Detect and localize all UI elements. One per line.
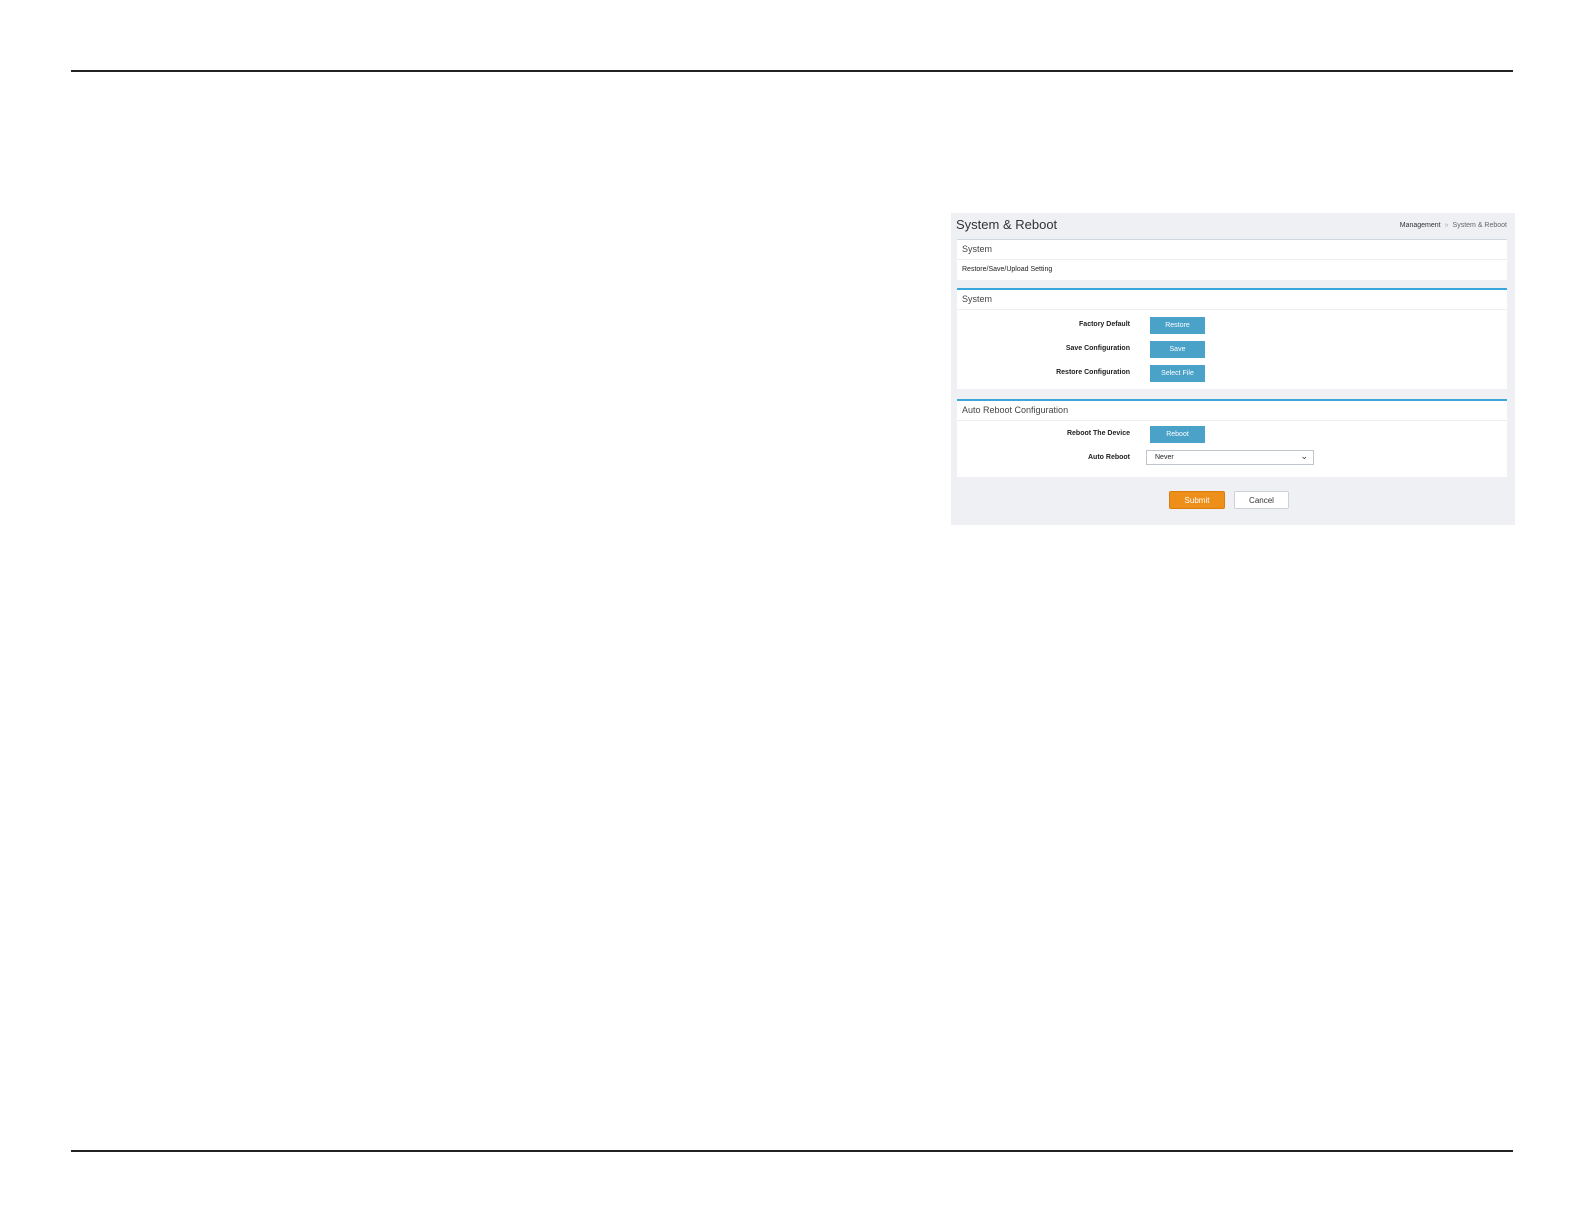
chevron-down-icon: ⌄ <box>1300 451 1308 461</box>
auto-reboot-label: Auto Reboot <box>1088 454 1130 461</box>
submit-button[interactable]: Submit <box>1169 491 1225 509</box>
save-button[interactable]: Save <box>1150 341 1205 358</box>
bottom-rule <box>71 1150 1513 1152</box>
info-card-text: Restore/Save/Upload Setting <box>962 266 1053 273</box>
reboot-button[interactable]: Reboot <box>1150 426 1205 443</box>
auto-reboot-select[interactable]: Never ⌄ <box>1146 450 1314 465</box>
top-rule <box>71 70 1513 72</box>
auto-reboot-row: Auto Reboot Never ⌄ <box>957 447 1507 471</box>
restore-configuration-label: Restore Configuration <box>1056 369 1130 376</box>
select-file-button[interactable]: Select File <box>1150 365 1205 382</box>
auto-reboot-card: Auto Reboot Configuration Reboot The Dev… <box>957 399 1507 477</box>
save-configuration-label: Save Configuration <box>1065 345 1130 352</box>
page-title: System & Reboot <box>956 217 1058 232</box>
system-card: System Factory Default Restore Save Conf… <box>957 288 1507 389</box>
breadcrumb: Management» System & Reboot <box>1400 222 1507 229</box>
reboot-device-row: Reboot The Device Reboot <box>957 423 1507 447</box>
info-card-heading: System <box>957 240 1507 260</box>
breadcrumb-parent[interactable]: Management <box>1400 222 1441 229</box>
save-configuration-row: Save Configuration Save <box>957 338 1507 362</box>
factory-default-label: Factory Default <box>1079 321 1130 328</box>
factory-default-row: Factory Default Restore <box>957 314 1507 338</box>
reboot-device-label: Reboot The Device <box>1066 430 1130 437</box>
auto-reboot-card-heading: Auto Reboot Configuration <box>957 401 1507 421</box>
breadcrumb-separator: » <box>1444 222 1449 229</box>
restore-configuration-row: Restore Configuration Select File <box>957 362 1507 386</box>
auto-reboot-value: Never <box>1155 454 1174 461</box>
cancel-button[interactable]: Cancel <box>1234 491 1289 509</box>
system-card-heading: System <box>957 290 1507 310</box>
info-card: System Restore/Save/Upload Setting <box>957 239 1507 280</box>
restore-button[interactable]: Restore <box>1150 317 1205 334</box>
breadcrumb-current: System & Reboot <box>1452 222 1507 229</box>
screenshot-panel: System & Reboot Management» System & Rebo… <box>951 213 1515 525</box>
